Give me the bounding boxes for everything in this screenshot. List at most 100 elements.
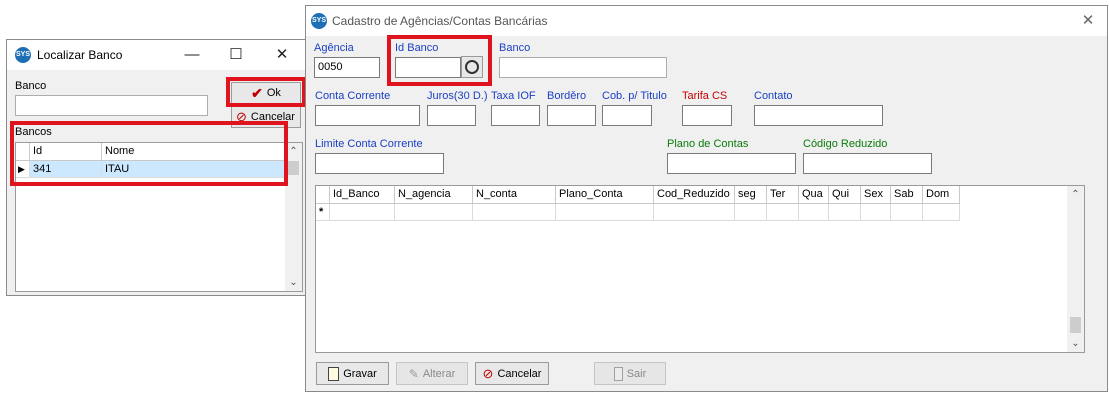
- plano-contas-input[interactable]: [667, 153, 796, 174]
- juros-label: Juros(30 D.): [427, 90, 488, 102]
- tarifa-cs-label: Tarifa CS: [682, 90, 728, 102]
- cell[interactable]: [473, 204, 556, 221]
- exit-door-icon: [613, 366, 623, 381]
- bordero-label: Borděro: [547, 90, 587, 102]
- cell[interactable]: [923, 204, 960, 221]
- limite-label: Limite Conta Corrente: [315, 138, 423, 150]
- gravar-button[interactable]: Gravar: [316, 362, 389, 385]
- maximize-icon[interactable]: ☐: [214, 40, 258, 70]
- scroll-down-icon[interactable]: ⌄: [285, 274, 302, 291]
- bancos-scrollbar[interactable]: ⌃ ⌄: [285, 143, 302, 291]
- id-banco-label: Id Banco: [395, 42, 439, 54]
- cancelar-label: Cancelar: [497, 367, 542, 380]
- scroll-down-icon[interactable]: ⌄: [1067, 335, 1084, 352]
- cell[interactable]: [556, 204, 654, 221]
- bancos-label: Bancos: [15, 126, 52, 138]
- minimize-icon[interactable]: —: [170, 40, 214, 70]
- grid-header-dom[interactable]: Dom: [923, 186, 960, 204]
- codigo-reduzido-label: Código Reduzido: [803, 138, 888, 150]
- grid-header-blank: [316, 186, 330, 204]
- bancos-grid: Id Nome ▶ 341 ITAU ⌃ ⌄: [15, 142, 303, 292]
- scroll-thumb[interactable]: [1070, 317, 1081, 333]
- magnifier-icon: [465, 60, 479, 74]
- ok-button[interactable]: ✔ Ok: [231, 82, 301, 104]
- grid-header-sex[interactable]: Sex: [861, 186, 891, 204]
- close-icon[interactable]: ✕: [260, 40, 304, 70]
- sair-label: Sair: [626, 367, 647, 380]
- taxa-iof-label: Taxa IOF: [491, 90, 536, 102]
- table-row[interactable]: ▶ 341 ITAU: [16, 161, 287, 179]
- contas-grid-scrollbar[interactable]: ⌃ ⌄: [1067, 186, 1084, 352]
- gravar-label: Gravar: [343, 367, 377, 380]
- grid-header-n-agencia[interactable]: N_agencia: [395, 186, 473, 204]
- new-document-icon: [328, 366, 340, 381]
- cell[interactable]: [829, 204, 861, 221]
- banco-search-label: Banco: [15, 80, 47, 92]
- edit-icon: ✎: [408, 366, 419, 381]
- cancelar-localizar-label: Cancelar: [250, 111, 295, 123]
- localizar-title: Localizar Banco: [37, 48, 123, 62]
- grid-header-n-conta[interactable]: N_conta: [473, 186, 556, 204]
- sair-button[interactable]: Sair: [594, 362, 666, 385]
- alterar-button[interactable]: ✎ Alterar: [396, 362, 468, 385]
- bancos-cell-id: 341: [30, 161, 102, 178]
- grid-header-sab[interactable]: Sab: [891, 186, 923, 204]
- cancel-icon: ⊘: [236, 109, 247, 124]
- cell[interactable]: [799, 204, 829, 221]
- cancelar-localizar-button[interactable]: ⊘ Cancelar: [231, 106, 301, 128]
- cadastro-titlebar[interactable]: SYS Cadastro de Agências/Contas Bancária…: [306, 6, 1107, 36]
- taxa-iof-input[interactable]: [491, 105, 540, 126]
- cob-titulo-input[interactable]: [602, 105, 652, 126]
- ok-button-label: Ok: [266, 87, 281, 99]
- conta-corrente-input[interactable]: [315, 105, 420, 126]
- bancos-header-id[interactable]: Id: [30, 143, 102, 161]
- juros-input[interactable]: [427, 105, 476, 126]
- bancos-cell-nome: ITAU: [102, 161, 287, 178]
- scroll-thumb[interactable]: [288, 161, 299, 175]
- bordero-input[interactable]: [547, 105, 596, 126]
- new-row-marker: *: [316, 204, 330, 221]
- cell[interactable]: [654, 204, 735, 221]
- limite-input[interactable]: [315, 153, 444, 174]
- contas-grid: Id_Banco N_agencia N_conta Plano_Conta C…: [315, 185, 1085, 353]
- grid-header-qui[interactable]: Qui: [829, 186, 861, 204]
- scroll-up-icon[interactable]: ⌃: [1067, 186, 1084, 203]
- banco-label: Banco: [499, 42, 531, 54]
- bancos-header-nome[interactable]: Nome: [102, 143, 287, 161]
- banco-name-input: [499, 57, 667, 78]
- localizar-titlebar[interactable]: SYS Localizar Banco — ☐ ✕: [7, 40, 306, 70]
- grid-header-cod-reduzido[interactable]: Cod_Reduzido: [654, 186, 735, 204]
- checkmark-icon: ✔: [251, 84, 263, 101]
- cadastro-window: SYS Cadastro de Agências/Contas Bancária…: [305, 5, 1108, 392]
- conta-corrente-label: Conta Corrente: [315, 90, 391, 102]
- codigo-reduzido-input[interactable]: [803, 153, 932, 174]
- cell[interactable]: [395, 204, 473, 221]
- cadastro-title: Cadastro de Agências/Contas Bancárias: [332, 14, 548, 28]
- grid-header-plano-conta[interactable]: Plano_Conta: [556, 186, 654, 204]
- cell[interactable]: [861, 204, 891, 221]
- cell[interactable]: [735, 204, 767, 221]
- cob-titulo-label: Cob. p/ Titulo: [602, 90, 667, 102]
- id-banco-input[interactable]: [395, 57, 461, 78]
- grid-header-qua[interactable]: Qua: [799, 186, 829, 204]
- cell[interactable]: [891, 204, 923, 221]
- close-icon[interactable]: ✕: [1066, 6, 1109, 36]
- cell[interactable]: [330, 204, 395, 221]
- alterar-label: Alterar: [422, 367, 456, 380]
- contato-input[interactable]: [754, 105, 883, 126]
- row-selector-arrow-icon: ▶: [16, 161, 30, 178]
- banco-search-input[interactable]: [15, 95, 208, 116]
- cancelar-button[interactable]: ⊘ Cancelar: [475, 362, 549, 385]
- cancel-icon: ⊘: [482, 365, 494, 381]
- tarifa-cs-input[interactable]: [682, 105, 732, 126]
- app-logo-icon: SYS: [311, 13, 327, 29]
- scroll-up-icon[interactable]: ⌃: [285, 143, 302, 160]
- bancos-header-blank: [16, 143, 30, 161]
- grid-header-id-banco[interactable]: Id_Banco: [330, 186, 395, 204]
- grid-header-ter[interactable]: Ter: [767, 186, 799, 204]
- table-row[interactable]: *: [316, 204, 960, 221]
- cell[interactable]: [767, 204, 799, 221]
- search-banco-button[interactable]: [461, 56, 483, 78]
- grid-header-seg[interactable]: seg: [735, 186, 767, 204]
- agencia-input[interactable]: 0050: [314, 57, 380, 78]
